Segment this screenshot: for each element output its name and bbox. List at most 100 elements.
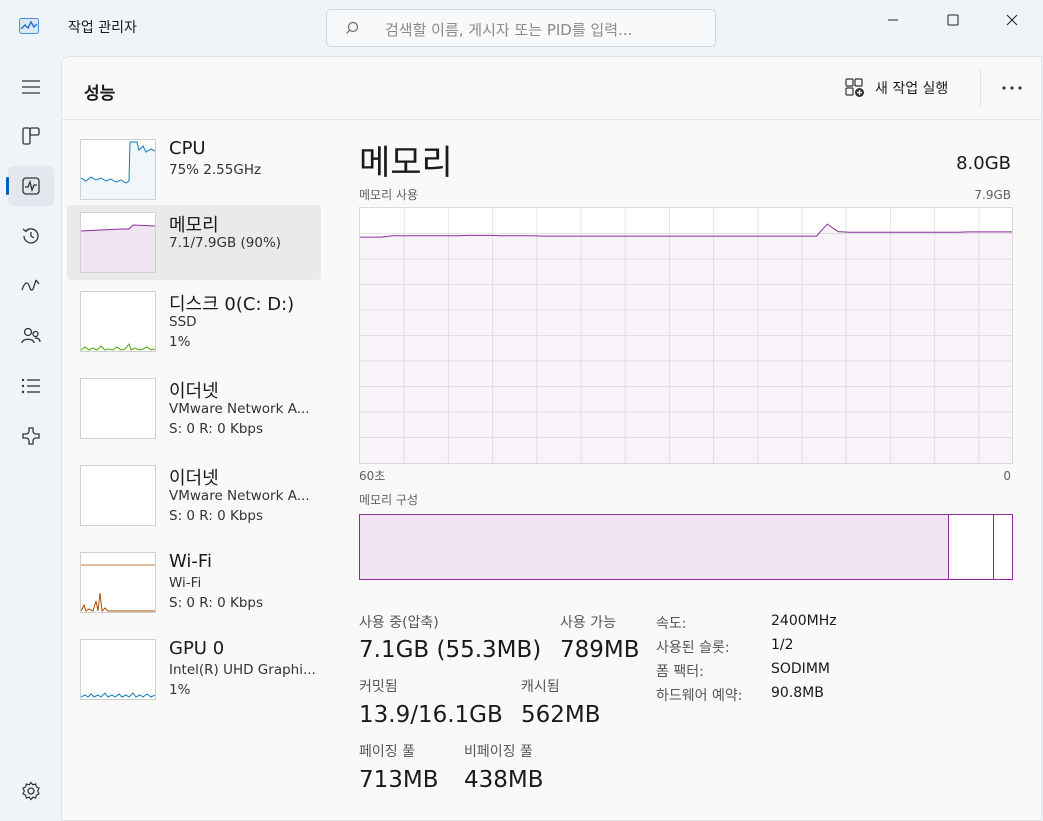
minimize-button[interactable] (870, 8, 916, 32)
memory-usage-max: 7.9GB (974, 188, 1011, 202)
nav-item-users[interactable] (8, 316, 54, 356)
search-icon (346, 21, 359, 34)
more-options-button[interactable] (998, 75, 1026, 101)
nav-item-processes[interactable] (8, 116, 54, 156)
settings-icon (22, 781, 40, 801)
header-separator (980, 69, 981, 107)
cpu-thumbnail-graph (80, 139, 156, 200)
nonpaged-pool-label: 비페이징 풀 (464, 744, 533, 760)
cached-value: 562MB (521, 702, 601, 728)
performance-icon (22, 177, 40, 195)
wifi-thumbnail-graph (80, 552, 156, 613)
users-icon (21, 327, 41, 344)
minimize-icon (888, 19, 898, 21)
nav-item-settings[interactable] (8, 771, 54, 811)
page-title: 성능 (84, 84, 116, 104)
nonpaged-pool-value: 438MB (464, 767, 544, 793)
available-label: 사용 가능 (560, 615, 616, 631)
device-utilization: 1% (169, 334, 191, 350)
composition-standby-divider (993, 515, 994, 579)
hardware-reserved-value: 90.8MB (771, 685, 824, 701)
memory-composition-label: 메모리 구성 (359, 493, 419, 507)
services-icon (22, 427, 40, 445)
in-use-label: 사용 중(압축) (359, 615, 439, 631)
device-name: Wi-Fi (169, 551, 212, 572)
search-input[interactable]: 검색할 이름, 게시자 또는 PID를 입력... (326, 9, 716, 47)
device-item-memory[interactable]: 메모리 7.1/7.9GB (90%) (67, 205, 321, 280)
device-throughput: S: 0 R: 0 Kbps (169, 421, 263, 437)
device-item-ethernet-1[interactable]: 이더넷 VMware Network A... S: 0 R: 0 Kbps (67, 371, 321, 446)
device-name: 디스크 0(C: D:) (169, 294, 295, 315)
new-task-button[interactable]: 새 작업 실행 (845, 75, 948, 101)
paged-pool-value: 713MB (359, 767, 439, 793)
hamburger-icon (22, 80, 40, 94)
close-button[interactable] (989, 8, 1035, 32)
maximize-button[interactable] (930, 8, 976, 32)
device-item-ethernet-2[interactable]: 이더넷 VMware Network A... S: 0 R: 0 Kbps (67, 458, 321, 533)
nav-item-details[interactable] (8, 366, 54, 406)
ethernet-thumbnail-graph (80, 378, 156, 439)
slots-used-value: 1/2 (771, 637, 794, 653)
committed-label: 커밋됨 (359, 679, 398, 695)
graph-x-left-label: 60초 (359, 469, 386, 483)
nav-item-services[interactable] (8, 416, 54, 456)
memory-composition-bar (359, 514, 1013, 580)
hardware-reserved-label: 하드웨어 예약: (656, 688, 743, 704)
slots-used-label: 사용된 슬롯: (656, 640, 730, 656)
memory-usage-label: 메모리 사용 (359, 188, 419, 202)
device-detail: SSD (169, 314, 197, 330)
device-item-gpu-0[interactable]: GPU 0 Intel(R) UHD Graphi... 1% (67, 632, 321, 707)
available-value: 789MB (560, 637, 640, 663)
device-item-disk-0[interactable]: 디스크 0(C: D:) SSD 1% (67, 284, 321, 359)
device-throughput: S: 0 R: 0 Kbps (169, 595, 263, 611)
device-name: 이더넷 (169, 468, 219, 489)
new-task-icon (845, 78, 864, 97)
gpu-thumbnail-graph (80, 639, 156, 700)
device-name: GPU 0 (169, 638, 225, 659)
app-title: 작업 관리자 (68, 20, 137, 36)
more-icon (1002, 86, 1022, 90)
in-use-value: 7.1GB (55.3MB) (359, 637, 542, 663)
device-name: CPU (169, 138, 206, 159)
processes-icon (22, 127, 40, 145)
nav-active-indicator (6, 177, 9, 195)
device-throughput: S: 0 R: 0 Kbps (169, 508, 263, 524)
device-detail: VMware Network A... (169, 488, 310, 504)
device-name: 메모리 (169, 215, 219, 236)
speed-value: 2400MHz (771, 613, 837, 629)
device-detail: 7.1/7.9GB (90%) (169, 235, 282, 251)
memory-usage-graph (359, 207, 1013, 464)
device-item-cpu[interactable]: CPU 75% 2.55GHz (67, 132, 321, 207)
nav-item-startup-apps[interactable] (8, 266, 54, 306)
paged-pool-label: 페이징 풀 (359, 744, 415, 760)
nav-item-app-history[interactable] (8, 216, 54, 256)
task-manager-app-icon (19, 18, 39, 34)
page-header: 성능 새 작업 실행 (62, 57, 1042, 120)
graph-x-right-label: 0 (1003, 469, 1011, 483)
device-detail: VMware Network A... (169, 401, 310, 417)
close-icon (1006, 14, 1018, 26)
search-placeholder: 검색할 이름, 게시자 또는 PID를 입력... (385, 21, 633, 39)
device-utilization: 1% (169, 682, 191, 698)
performance-panel: 성능 새 작업 실행 CPU 75% 2.55GHz 메모리 7.1/7.9GB… (61, 56, 1042, 821)
maximize-icon (947, 14, 959, 26)
form-factor-value: SODIMM (771, 661, 830, 677)
device-detail: Wi-Fi (169, 575, 202, 591)
form-factor-label: 폼 팩터: (656, 664, 704, 680)
memory-capacity: 8.0GB (956, 153, 1011, 174)
device-name: 이더넷 (169, 381, 219, 402)
composition-in-use-segment (360, 515, 949, 579)
app-history-icon (22, 228, 39, 244)
nav-item-performance[interactable] (8, 166, 54, 206)
title-bar: 작업 관리자 검색할 이름, 게시자 또는 PID를 입력... (0, 0, 1043, 56)
nav-menu-button[interactable] (8, 67, 54, 107)
details-icon (21, 378, 40, 394)
device-item-wifi[interactable]: Wi-Fi Wi-Fi S: 0 R: 0 Kbps (67, 545, 321, 620)
memory-usage-area (360, 224, 1012, 463)
speed-label: 속도: (656, 616, 687, 632)
new-task-label: 새 작업 실행 (875, 81, 949, 97)
detail-title: 메모리 (359, 143, 453, 183)
committed-value: 13.9/16.1GB (359, 702, 503, 728)
ethernet-thumbnail-graph (80, 465, 156, 526)
cached-label: 캐시됨 (521, 679, 560, 695)
